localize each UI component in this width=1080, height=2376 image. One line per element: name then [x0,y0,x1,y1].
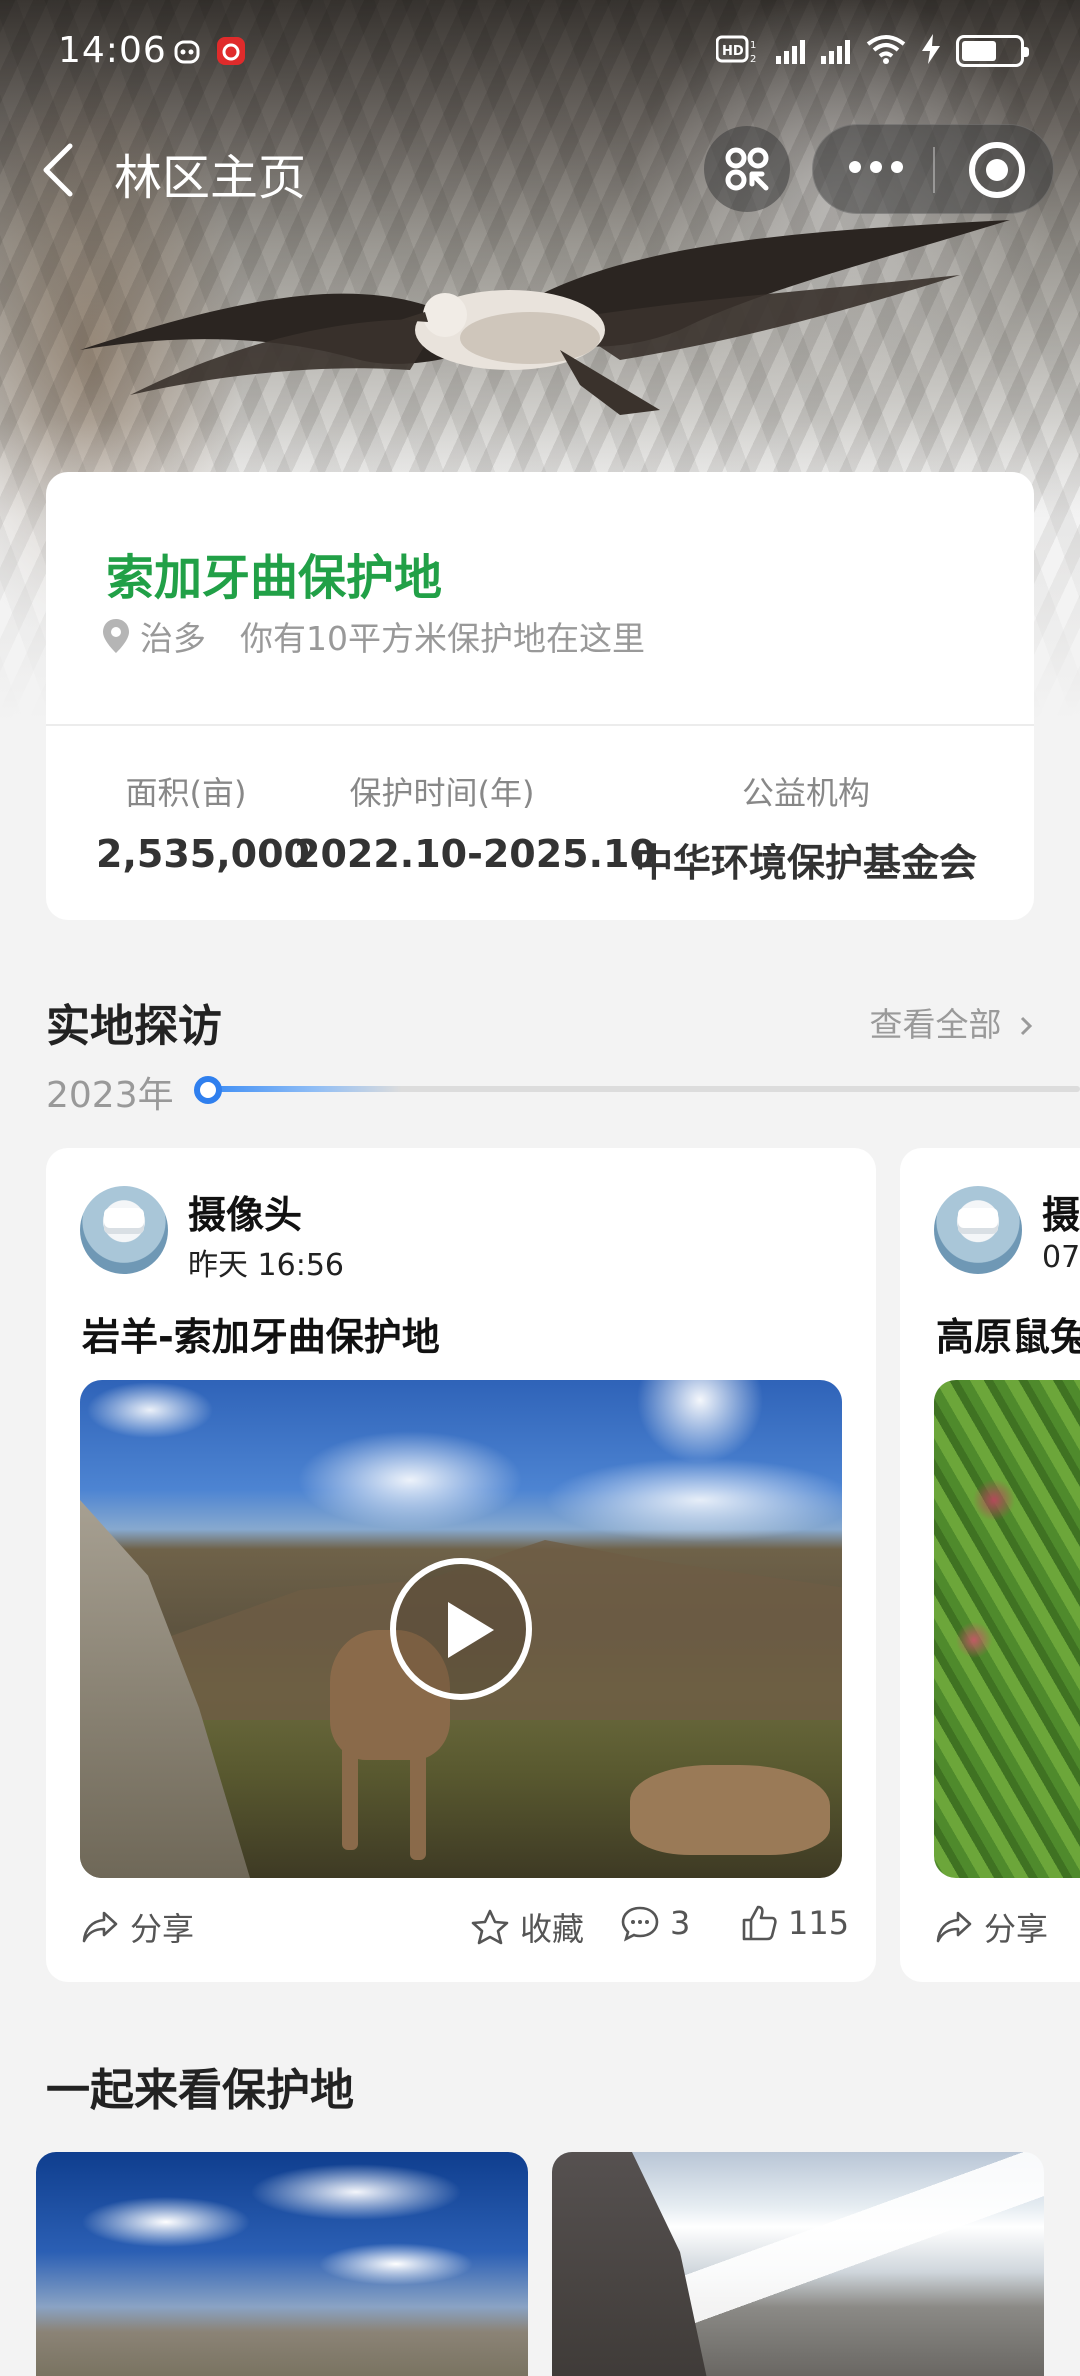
reserve-thumbnail-grassland[interactable] [36,2152,528,2376]
favorite-button[interactable]: 收藏 [470,1904,584,1950]
post-author: 摄像头 [188,1193,303,1237]
reserve-name: 索加牙曲保护地 [106,550,443,606]
timeline-handle[interactable] [194,1076,222,1104]
charging-icon [922,34,940,68]
post-actions: 分享 [934,1900,1080,1950]
stat-period: 保护时间(年) 2022.10-2025.10 [294,768,656,876]
post-title: 岩羊-索加牙曲保护地 [82,1315,440,1359]
stat-org-value: 中华环境保护基金会 [634,841,977,885]
divider [46,724,1034,726]
post-image-thumbnail[interactable] [934,1380,1080,1878]
post-card-2[interactable]: 摄 07 高原鼠兔 分享 [900,1148,1080,1982]
comment-button[interactable]: 3 [620,1904,690,1942]
post-time: 昨天 16:56 [188,1248,344,1283]
back-button[interactable] [36,140,86,200]
timeline-track [210,1086,1080,1092]
miniprogram-capsule [812,124,1054,214]
thumbs-up-icon [742,1905,777,1941]
share-icon [82,1911,118,1943]
scan-button[interactable] [704,126,790,212]
post-author: 摄 [1042,1193,1080,1237]
post-actions: 分享 收藏 3 115 [80,1900,849,1950]
signal-5g-icon-1 [776,38,805,64]
comment-count: 3 [670,1904,691,1942]
post-time: 07 [1042,1240,1080,1275]
star-icon [471,1909,509,1945]
scan-icon [725,147,769,191]
reserve-location-row: 治多 你有10平方米保护地在这里 [102,612,645,660]
like-button[interactable]: 115 [740,1904,849,1942]
more-button[interactable] [849,161,903,173]
page: 14:06 HD 1 2 林区主页 索加牙曲保护地 治多 你有10平方米保护地在… [0,0,1080,2376]
section-title-visits: 实地探访 [46,1001,222,1052]
share-button[interactable]: 分享 [80,1904,194,1950]
svg-text:2: 2 [750,54,756,64]
favorite-label: 收藏 [520,1910,585,1948]
reserve-info-card: 索加牙曲保护地 治多 你有10平方米保护地在这里 面积(亩) 2,535,000… [46,472,1034,920]
location-pin-icon [103,619,129,653]
stat-org: 公益机构 中华环境保护基金会 [618,768,994,887]
stat-area-value: 2,535,000 [96,832,310,876]
section-title-explore: 一起来看保护地 [46,2065,354,2116]
status-bar: 14:06 HD 1 2 [0,0,1080,96]
like-count: 115 [788,1904,850,1942]
signal-5g-icon-2 [821,38,850,64]
play-button[interactable] [390,1558,532,1700]
camera-avatar [80,1186,168,1274]
alarm-app-icon [172,36,202,66]
stat-org-label: 公益机构 [741,774,870,812]
camera-avatar [934,1186,1022,1274]
post-card[interactable]: 摄像头 昨天 16:56 岩羊-索加牙曲保护地 分享 收藏 3 115 [46,1148,876,1982]
share-button[interactable]: 分享 [934,1904,1048,1950]
wifi-icon [866,34,906,68]
chevron-right-icon [1020,1016,1033,1036]
comment-icon [621,1906,659,1942]
svg-text:1: 1 [750,40,756,51]
stat-period-label: 保护时间(年) [349,774,535,812]
battery-icon [956,35,1029,67]
reserve-location: 治多 [140,619,206,658]
reserve-thumbnail-snow-mountain[interactable] [552,2152,1044,2376]
hd-icon: HD 1 2 [715,34,760,68]
status-time: 14:06 [58,30,167,71]
share-label: 分享 [130,1910,195,1948]
music-app-icon [216,36,246,66]
stat-area: 面积(亩) 2,535,000 [96,768,310,876]
svg-text:HD: HD [722,44,744,59]
stat-period-value: 2022.10-2025.10 [294,832,656,876]
view-all-link[interactable]: 查看全部 [870,998,1035,1046]
close-miniprogram-button[interactable] [969,142,1025,198]
chevron-left-icon [43,143,73,197]
page-title: 林区主页 [114,150,307,206]
post-title: 高原鼠兔 [936,1315,1080,1359]
stat-area-label: 面积(亩) [125,774,247,812]
timeline-year: 2023年 [46,1075,174,1116]
post-video-thumbnail[interactable] [80,1380,842,1878]
year-timeline[interactable]: 2023年 [46,1066,1080,1116]
share-label: 分享 [984,1910,1049,1948]
share-icon [936,1911,972,1943]
reserve-tagline: 你有10平方米保护地在这里 [240,619,645,658]
view-all-label: 查看全部 [869,1005,1002,1044]
nav-bar: 林区主页 [0,108,1080,228]
